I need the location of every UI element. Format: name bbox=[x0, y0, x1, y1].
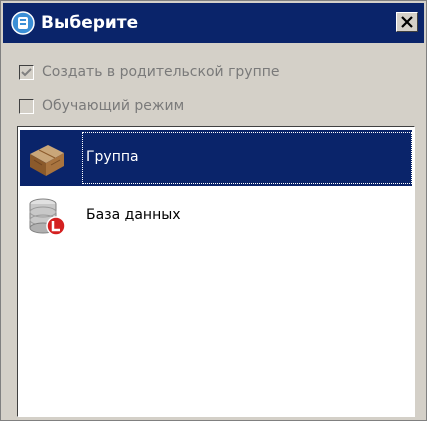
training-mode-checkbox[interactable] bbox=[19, 98, 34, 114]
close-button[interactable] bbox=[396, 12, 418, 32]
box-icon bbox=[26, 138, 68, 180]
list-item-database[interactable]: База данных bbox=[20, 188, 412, 244]
select-dialog: Выберите Создать в родительской группе О… bbox=[0, 0, 427, 421]
training-mode-label: Обучающий режим bbox=[42, 98, 185, 114]
type-list[interactable]: Группа База данных bbox=[17, 126, 415, 417]
app-icon bbox=[11, 11, 35, 35]
create-in-parent-group-checkbox[interactable] bbox=[19, 64, 34, 80]
create-in-parent-group-label: Создать в родительской группе bbox=[42, 64, 280, 80]
list-item-label: Группа bbox=[86, 149, 139, 165]
checkmark-icon bbox=[21, 67, 32, 76]
title-bar[interactable]: Выберите bbox=[3, 3, 424, 43]
close-icon bbox=[401, 16, 413, 28]
database-icon bbox=[26, 196, 68, 238]
list-item-label: База данных bbox=[86, 207, 181, 223]
training-mode-option[interactable]: Обучающий режим bbox=[19, 96, 184, 116]
create-in-parent-group-option[interactable]: Создать в родительской группе bbox=[19, 62, 280, 82]
window-title: Выберите bbox=[41, 13, 139, 33]
list-item-group[interactable]: Группа bbox=[20, 130, 412, 186]
